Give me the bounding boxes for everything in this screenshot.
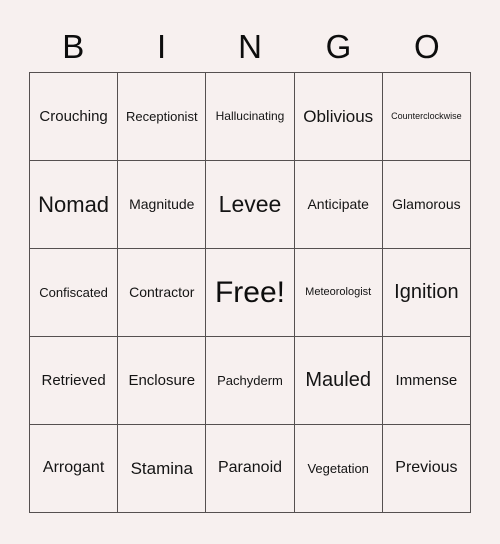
- bingo-cell[interactable]: Levee: [206, 161, 295, 249]
- bingo-cell[interactable]: Previous: [382, 425, 471, 513]
- bingo-cell[interactable]: Stamina: [118, 425, 207, 513]
- bingo-cell[interactable]: Glamorous: [382, 161, 471, 249]
- bingo-cell[interactable]: Contractor: [118, 249, 207, 337]
- bingo-cell[interactable]: Confiscated: [30, 249, 119, 337]
- bingo-cell[interactable]: Arrogant: [30, 425, 119, 513]
- header-letter-g: G: [325, 27, 352, 65]
- bingo-cell[interactable]: Paranoid: [206, 425, 295, 513]
- bingo-grid: Crouching Receptionist Hallucinating Obl…: [29, 72, 471, 513]
- bingo-cell[interactable]: Enclosure: [118, 337, 207, 425]
- bingo-cell[interactable]: Hallucinating: [206, 73, 295, 161]
- bingo-cell-label: Glamorous: [392, 196, 461, 213]
- bingo-cell-label: Meteorologist: [305, 285, 372, 298]
- bingo-cell-label: Confiscated: [39, 284, 108, 300]
- bingo-cell[interactable]: Nomad: [30, 161, 119, 249]
- bingo-cell-label: Magnitude: [129, 196, 195, 213]
- header-letter-n: N: [238, 27, 262, 65]
- bingo-cell-label: Immense: [395, 371, 458, 389]
- bingo-cell-label: Crouching: [39, 107, 108, 125]
- bingo-cell-label: Ignition: [394, 281, 459, 303]
- header-letter-o: O: [413, 27, 440, 65]
- bingo-cell[interactable]: Counterclockwise: [382, 73, 471, 161]
- bingo-cell-label: Nomad: [38, 191, 110, 217]
- bingo-cell-label: Mauled: [305, 369, 371, 391]
- bingo-cell-free[interactable]: Free!: [206, 249, 295, 337]
- bingo-cell[interactable]: Mauled: [294, 337, 383, 425]
- bingo-cell-label: Previous: [395, 459, 458, 477]
- bingo-cell[interactable]: Oblivious: [294, 73, 383, 161]
- bingo-cell[interactable]: Anticipate: [294, 161, 383, 249]
- bingo-cell-label: Retrieved: [41, 371, 106, 389]
- bingo-cell-label: Counterclockwise: [391, 110, 462, 121]
- bingo-card: B I N G O Crouching Receptionist Halluci…: [0, 0, 500, 544]
- bingo-cell-label: Receptionist: [126, 108, 198, 124]
- bingo-cell[interactable]: Crouching: [30, 73, 119, 161]
- bingo-cell[interactable]: Magnitude: [118, 161, 207, 249]
- bingo-cell[interactable]: Meteorologist: [294, 249, 383, 337]
- bingo-cell-label: Free!: [214, 275, 285, 309]
- bingo-cell[interactable]: Receptionist: [118, 73, 207, 161]
- bingo-cell-label: Arrogant: [42, 459, 105, 477]
- bingo-cell-label: Stamina: [130, 458, 193, 478]
- bingo-cell-label: Contractor: [129, 284, 195, 301]
- bingo-cell-label: Anticipate: [307, 196, 369, 213]
- bingo-cell[interactable]: Ignition: [382, 249, 471, 337]
- bingo-cell-label: Pachyderm: [217, 372, 283, 388]
- bingo-cell[interactable]: Immense: [382, 337, 471, 425]
- bingo-cell-label: Enclosure: [128, 371, 196, 389]
- bingo-cell[interactable]: Pachyderm: [206, 337, 295, 425]
- bingo-cell[interactable]: Retrieved: [30, 337, 119, 425]
- bingo-cell-label: Paranoid: [217, 459, 283, 477]
- bingo-cell-label: Oblivious: [303, 106, 374, 126]
- bingo-cell-label: Hallucinating: [215, 109, 285, 124]
- header-letter-b: B: [62, 27, 85, 65]
- bingo-header: B I N G O: [29, 22, 471, 70]
- bingo-cell-label: Levee: [218, 191, 282, 218]
- header-letter-i: I: [157, 27, 167, 65]
- bingo-cell[interactable]: Vegetation: [294, 425, 383, 513]
- bingo-cell-label: Vegetation: [307, 460, 369, 476]
